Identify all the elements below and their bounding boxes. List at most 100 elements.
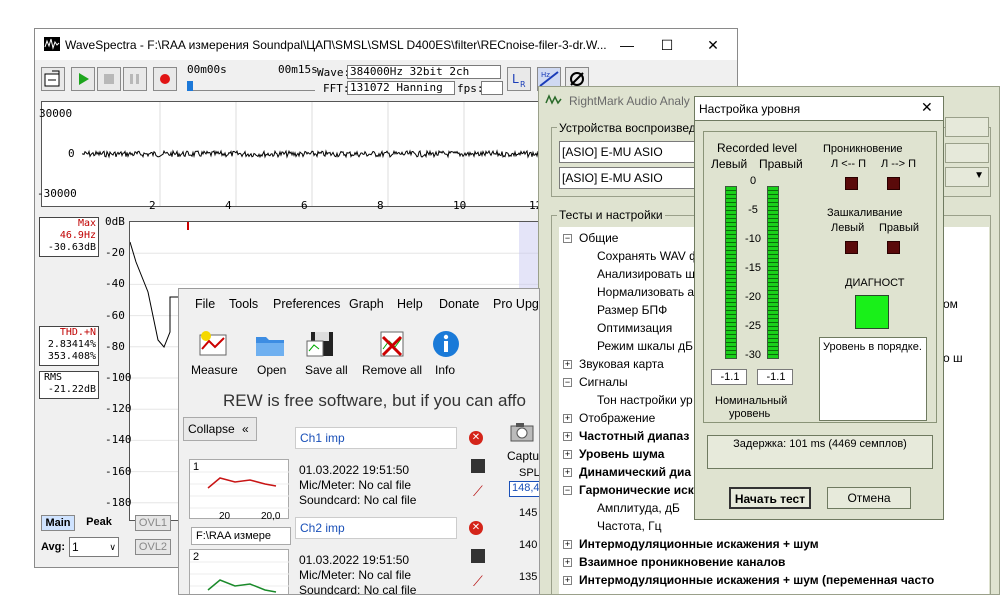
save-all-label[interactable]: Save all (305, 363, 348, 377)
remove-all-label[interactable]: Remove all (362, 363, 422, 377)
open-file-button[interactable] (41, 67, 65, 91)
cancel-button[interactable]: Отмена (827, 487, 911, 509)
edit-pen-icon[interactable]: ⟋ (473, 483, 483, 500)
menu-pro-upgr[interactable]: Pro Upgr (493, 297, 539, 311)
rmaa-side-button-2[interactable] (945, 143, 989, 163)
remove-measurement-icon[interactable]: ✕ (469, 521, 483, 535)
avg-select[interactable]: 1 ∨ (69, 537, 119, 557)
rmaa-side-select[interactable]: ▼ (945, 167, 989, 187)
close-icon[interactable]: ✕ (921, 99, 933, 116)
pause-button[interactable] (123, 67, 147, 91)
tree-item[interactable]: Звуковая карта (579, 357, 664, 371)
playback-device-select[interactable]: [ASIO] E-MU ASIO (559, 141, 699, 163)
start-test-button[interactable]: Начать тест (729, 487, 811, 509)
tree-item[interactable]: Сигналы (579, 375, 628, 389)
spectrum-y-tick: -40 (105, 277, 125, 291)
rmaa-title: RightMark Audio Analy (569, 94, 690, 108)
menu-preferences[interactable]: Preferences (273, 297, 340, 311)
left-level-bar (725, 185, 737, 359)
tree-item[interactable]: Частота, Гц (597, 519, 662, 533)
tree-item[interactable]: Интермодуляционные искажения + шум (579, 537, 819, 551)
tree-item[interactable]: Анализировать ш (597, 267, 695, 281)
tree-item[interactable]: Гармонические иск (579, 483, 694, 497)
measurement-thumbnail[interactable] (189, 549, 290, 594)
expand-icon[interactable]: + (563, 432, 572, 441)
remove-all-icon[interactable] (375, 329, 409, 359)
expand-icon[interactable]: + (563, 414, 572, 423)
tree-item[interactable]: Сохранять WAV ф (597, 249, 699, 263)
channel-lr-button[interactable]: LR (507, 67, 531, 91)
record-icon (160, 74, 170, 84)
expand-icon[interactable]: + (563, 540, 572, 549)
waveform-plot[interactable] (41, 101, 617, 207)
rmaa-side-button-1[interactable] (945, 117, 989, 137)
expand-icon[interactable]: + (563, 468, 572, 477)
collapse-button[interactable]: Collapse « (183, 417, 257, 441)
play-button[interactable] (71, 67, 95, 91)
expand-icon[interactable]: + (563, 558, 572, 567)
capture-label[interactable]: Captu (507, 449, 539, 463)
thd-value-2: 353.408% (47, 351, 96, 362)
open-folder-icon[interactable] (253, 329, 287, 359)
stop-button[interactable] (97, 67, 121, 91)
tree-item[interactable]: Динамический диа (579, 465, 691, 479)
maximize-button[interactable]: ☐ (647, 33, 687, 57)
waveform-line (81, 149, 540, 159)
info-icon[interactable] (429, 329, 463, 359)
measurement-name-field[interactable]: Ch1 imp (295, 427, 457, 449)
wave-x-tick: 6 (301, 199, 308, 212)
expand-icon[interactable]: + (563, 450, 572, 459)
tree-item[interactable]: Нормализовать ам (597, 285, 702, 299)
collapse-icon[interactable]: − (563, 378, 572, 387)
open-label[interactable]: Open (257, 363, 286, 377)
measurement-thumbnail[interactable] (189, 459, 290, 519)
save-measurement-icon[interactable] (471, 459, 485, 473)
measure-icon[interactable] (197, 329, 231, 359)
info-label[interactable]: Info (435, 363, 455, 377)
menu-help[interactable]: Help (397, 297, 423, 311)
camera-icon[interactable] (509, 421, 535, 443)
tree-item[interactable]: Режим шкалы дБ (597, 339, 693, 353)
ovl1-button[interactable]: OVL1 (135, 515, 171, 531)
minimize-button[interactable]: — (607, 33, 647, 57)
tree-item[interactable]: Оптимизация (597, 321, 672, 335)
chevron-down-icon: ∨ (109, 542, 116, 552)
position-slider[interactable] (187, 81, 315, 91)
menu-tools[interactable]: Tools (229, 297, 258, 311)
menu-donate[interactable]: Donate (439, 297, 479, 311)
record-button[interactable] (153, 67, 177, 91)
collapse-icon[interactable]: − (563, 234, 572, 243)
tree-item[interactable]: Отображение (579, 411, 655, 425)
wavespectra-titlebar[interactable]: WaveSpectra - F:\RAA измерения Soundpal\… (35, 29, 737, 60)
save-measurement-icon[interactable] (471, 549, 485, 563)
rew-banner[interactable]: REW is free software, but if you can aff… (223, 391, 526, 411)
tree-item[interactable]: Частотный диапаз (579, 429, 689, 443)
ovl2-button[interactable]: OVL2 (135, 539, 171, 555)
menu-file[interactable]: File (195, 297, 215, 311)
level-dialog-titlebar[interactable]: Настройка уровня ✕ (695, 97, 943, 121)
tree-item[interactable]: Тон настройки ур (597, 393, 693, 407)
peak-button[interactable]: Peak (81, 515, 117, 531)
file-path-field[interactable]: F:\RAA измере (191, 527, 291, 545)
remove-measurement-icon[interactable]: ✕ (469, 431, 483, 445)
tree-item[interactable]: Общие (579, 231, 618, 245)
tree-item[interactable]: Взаимное проникновение каналов (579, 555, 785, 569)
save-all-icon[interactable] (305, 329, 339, 359)
measurement-name-field[interactable]: Ch2 imp (295, 517, 457, 539)
spectrum-y-tick: -60 (105, 308, 125, 322)
tree-item[interactable]: Размер БПФ (597, 303, 667, 317)
expand-icon[interactable]: + (563, 576, 572, 585)
right-level-bar (767, 185, 779, 359)
main-button[interactable]: Main (41, 515, 75, 531)
close-button[interactable]: ✕ (693, 33, 733, 57)
expand-icon[interactable]: + (563, 360, 572, 369)
edit-pen-icon[interactable]: ⟋ (473, 573, 483, 590)
menu-graph[interactable]: Graph (349, 297, 384, 311)
record-device-select[interactable]: [ASIO] E-MU ASIO (559, 167, 699, 189)
tree-item[interactable]: Уровень шума (579, 447, 664, 461)
tree-item[interactable]: Амплитуда, дБ (597, 501, 680, 515)
collapse-icon[interactable]: − (563, 486, 572, 495)
position-thumb[interactable] (187, 81, 193, 91)
measure-label[interactable]: Measure (191, 363, 238, 377)
tree-item[interactable]: Интермодуляционные искажения + шум (пере… (579, 573, 934, 587)
